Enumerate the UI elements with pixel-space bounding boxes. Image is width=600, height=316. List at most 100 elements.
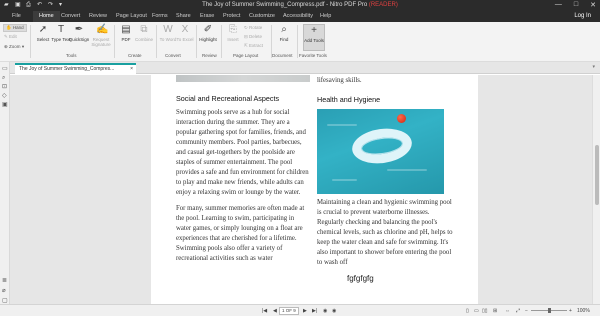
group-favorite-tools-label: Favorite Tools xyxy=(299,53,327,58)
combine-button[interactable]: ⧉ Combine xyxy=(133,24,155,42)
insert-label: Insert xyxy=(227,37,239,42)
continuous-view-icon[interactable]: ▭ xyxy=(474,308,479,314)
cursor-icon: ➚ xyxy=(38,24,48,35)
menu-help[interactable]: Help xyxy=(320,13,331,19)
fit-view-icon[interactable]: ⊞ xyxy=(493,308,497,314)
menu-file[interactable]: File xyxy=(12,13,21,19)
paragraph: Maintaining a clean and hygienic swimmin… xyxy=(317,199,453,266)
edit-icon: ✎ xyxy=(4,34,8,39)
pdf-page: Social and Recreational Aspects Swimming… xyxy=(151,75,478,304)
menu-customize[interactable]: Customize xyxy=(249,13,275,19)
attachment-icon[interactable]: ⌀ xyxy=(2,288,8,294)
group-create-label: Create xyxy=(128,53,142,58)
word-icon: W xyxy=(163,24,173,35)
request-signature-icon: ✍ xyxy=(96,24,109,35)
insert-button[interactable]: ⎘ Insert xyxy=(222,24,244,42)
plus-icon: + xyxy=(311,25,317,36)
tab-close-icon[interactable]: × xyxy=(130,66,133,72)
right-column: lifesaving skills. Health and Hygiene Ma… xyxy=(317,75,453,268)
menu-erase[interactable]: Erase xyxy=(200,13,214,19)
play-forward-icon[interactable]: ◉ xyxy=(332,308,336,314)
rotate-icon: ↻ xyxy=(244,25,248,30)
tab-list-icon[interactable]: ▾ xyxy=(592,64,595,70)
first-page-icon[interactable]: |◀ xyxy=(262,308,267,314)
pdf-icon: ▤ xyxy=(121,24,131,35)
menu-protect[interactable]: Protect xyxy=(223,13,240,19)
maximize-button[interactable]: □ xyxy=(574,1,578,9)
edit-tool[interactable]: ✎ Edit xyxy=(4,34,17,40)
single-page-view-icon[interactable]: ▯ xyxy=(466,308,469,314)
request-signature-button[interactable]: ✍ Request Signature xyxy=(90,24,112,47)
zoom-slider-knob[interactable] xyxy=(548,308,551,313)
quicksign-button[interactable]: ✒ QuickSign xyxy=(68,24,90,42)
extract-icon: ⇱ xyxy=(244,43,248,48)
rotate-label: Rotate xyxy=(249,25,263,30)
combine-label: Combine xyxy=(134,37,153,42)
last-page-icon[interactable]: ▶| xyxy=(312,308,317,314)
find-button[interactable]: ⌕ Find xyxy=(273,24,295,42)
page-number-field[interactable]: 1 OF 9 xyxy=(279,307,299,315)
menu-accessibility[interactable]: Accessibility xyxy=(283,13,313,19)
request-signature-label: Request Signature xyxy=(91,37,111,47)
tab-title: The Joy of Summer Swimming_Compres... xyxy=(19,66,115,72)
menu-bar: File Home Convert Review Page Layout For… xyxy=(0,11,600,22)
rotate-button[interactable]: ↻ Rotate xyxy=(244,25,262,31)
group-document-label: Document xyxy=(272,53,293,58)
zoom-out-icon[interactable]: − xyxy=(525,308,528,314)
play-back-icon[interactable]: ◉ xyxy=(323,308,327,314)
prev-page-icon[interactable]: ◀ xyxy=(273,308,277,314)
to-excel-label: To Excel xyxy=(176,37,194,42)
fit-page-icon[interactable]: ⤢ xyxy=(516,308,520,314)
zoom-in-icon[interactable]: + xyxy=(569,308,572,314)
add-tools-button[interactable]: + Add Tools xyxy=(303,24,325,51)
two-page-view-icon[interactable]: ▯▯ xyxy=(482,308,488,314)
next-page-icon[interactable]: ▶ xyxy=(303,308,307,314)
zoom-tool[interactable]: ⊕ Zoom ▾ xyxy=(4,44,24,50)
vertical-scrollbar[interactable] xyxy=(592,75,600,304)
title-bar: ▰ ▣ ⎙ ↶ ↷ ▾ The Joy of Summer Swimming_C… xyxy=(0,0,600,11)
search-panel-icon[interactable]: ⌕ xyxy=(2,75,8,81)
layers-icon[interactable]: ≣ xyxy=(2,278,8,284)
hand-label: Hand xyxy=(12,25,24,30)
insert-icon: ⎘ xyxy=(229,24,237,35)
close-button[interactable]: ✕ xyxy=(590,1,596,9)
hand-tool[interactable]: ✋ Hand xyxy=(3,24,27,32)
document-tab[interactable]: The Joy of Summer Swimming_Compres... × xyxy=(15,63,136,74)
red-ball xyxy=(397,114,406,123)
select-label: Select xyxy=(36,37,50,42)
edit-label: Edit xyxy=(9,34,17,39)
menu-home[interactable]: Home xyxy=(33,11,60,22)
highlight-button[interactable]: ✐ Highlight xyxy=(197,24,219,42)
menu-convert[interactable]: Convert xyxy=(61,13,80,19)
menu-share[interactable]: Share xyxy=(176,13,191,19)
swim-ring xyxy=(349,124,415,168)
menu-review[interactable]: Review xyxy=(89,13,107,19)
fit-width-icon[interactable]: ⇔ xyxy=(505,308,510,314)
window-title: The Joy of Summer Swimming_Compress.pdf … xyxy=(0,2,600,8)
menu-page-layout[interactable]: Page Layout xyxy=(116,13,147,19)
pages-icon[interactable]: ▭ xyxy=(2,66,8,72)
group-tools-label: Tools xyxy=(66,53,77,58)
login-link[interactable]: Log In xyxy=(574,13,591,19)
scrollbar-thumb[interactable] xyxy=(595,145,599,205)
quicksign-label: QuickSign xyxy=(68,37,90,42)
status-bar: |◀ ◀ 1 OF 9 ▶ ▶| ◉ ◉ ▯ ▭ ▯▯ ⊞ ⇔ ⤢ − + 10… xyxy=(0,304,600,316)
pdf-label: PDF xyxy=(121,37,131,42)
ribbon-separator xyxy=(297,25,298,58)
reader-mode-badge: (READER) xyxy=(368,2,398,8)
lock-icon[interactable]: ▣ xyxy=(2,102,8,108)
minimize-button[interactable]: — xyxy=(555,1,562,9)
zoom-label: Zoom xyxy=(9,44,21,49)
bookmark-icon[interactable]: ⊡ xyxy=(2,84,8,90)
paragraph: lifesaving skills. xyxy=(317,77,362,84)
delete-button[interactable]: ⊟ Delete xyxy=(244,34,262,40)
tag-icon[interactable]: ◇ xyxy=(2,93,8,99)
delete-label: Delete xyxy=(249,34,263,39)
to-excel-button[interactable]: X To Excel xyxy=(174,24,196,42)
group-review-label: Review xyxy=(202,53,217,58)
ribbon-separator xyxy=(30,25,31,58)
extract-button[interactable]: ⇱ Extract xyxy=(244,43,263,49)
group-page-layout-label: Page Layout xyxy=(233,53,259,58)
add-tools-label: Add Tools xyxy=(304,38,324,43)
menu-forms[interactable]: Forms xyxy=(152,13,168,19)
